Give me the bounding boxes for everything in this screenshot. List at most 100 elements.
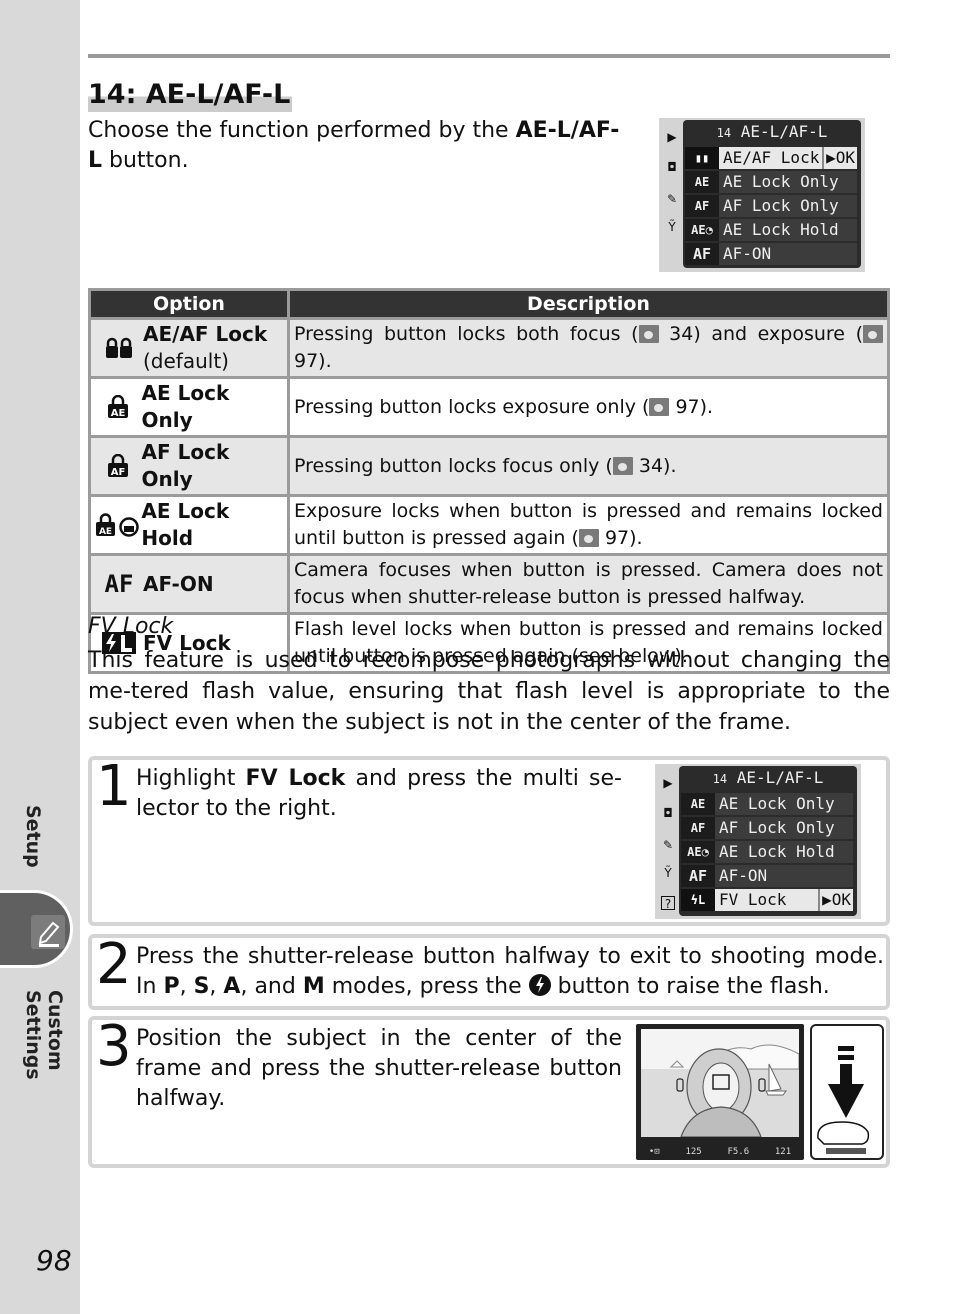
menu-item-af-lock-only[interactable]: AF AF Lock Only (681, 817, 853, 839)
description-cell: Pressing button locks both focus ( 34) a… (290, 320, 887, 376)
svg-text:AE: AE (111, 408, 126, 419)
viewfinder-illustration: •⊡ 125 F5.6 121 (636, 1024, 804, 1160)
step-2: 2 Press the shutter-release button halfw… (88, 932, 890, 1010)
sidebar-tab-setup[interactable]: Setup (22, 805, 62, 869)
step-number: 3 (96, 1014, 132, 1079)
table-row: AF AF Lock Only Pressing button locks foc… (91, 438, 887, 494)
aperture: F5.6 (727, 1147, 750, 1157)
sidebar-tab-active[interactable] (0, 890, 73, 968)
pencil-icon: ✎ (662, 838, 674, 852)
step-text-part: modes, press the (324, 974, 529, 999)
desc-text: Camera focuses when button is pressed. C… (294, 559, 883, 608)
option-cell: AE/AF Lock (default) (91, 320, 287, 376)
fv-lock-icon: ϟL (681, 889, 715, 911)
menu-number: 14 (716, 126, 732, 140)
af-icon: AF (104, 569, 134, 598)
menu-panel: 14 AE-L/AF-L AE AE Lock Only AF AF Lock On… (679, 766, 857, 916)
shutter-press-illustration (810, 1024, 884, 1160)
step-text-part: , and (240, 974, 303, 999)
svg-text:AE: AE (99, 527, 112, 537)
af-lock-icon: AF (685, 195, 719, 217)
menu-title: 14 AE-L/AF-L (683, 122, 861, 141)
page-reference-icon (863, 325, 883, 343)
table-row: AE AE Lock Hold Exposure locks when butto… (91, 497, 887, 553)
fv-lock-subheading: FV Lock (88, 614, 174, 639)
intro-text-part: Choose the function performed by the (88, 118, 516, 143)
af-lock-icon: AF (95, 454, 142, 478)
option-label: AE/AF Lock (default) (143, 321, 267, 375)
menu-item-af-on[interactable]: AF AF-ON (685, 243, 857, 265)
menu-item-label: AE/AF Lock (723, 148, 820, 167)
option-cell: AE AE Lock Hold (91, 497, 287, 553)
pencil-icon (31, 915, 65, 949)
menu-side-tabs: ▶ ◘ ✎ Ỹ (659, 118, 685, 272)
column-header-option: Option (91, 291, 287, 317)
option-cell: AF AF Lock Only (91, 438, 287, 494)
af-icon: AF (685, 243, 719, 265)
camera-icon: ◘ (663, 806, 673, 820)
step-text: Position the subject in the center of th… (136, 1026, 622, 1111)
step-text: Press the shutter-release button halfway… (136, 942, 884, 1002)
menu-item-label: AF-ON (723, 244, 772, 263)
ae-lock-hold-icon: AE◔ (685, 219, 719, 241)
menu-screenshot-1: ▶ ◘ ✎ Ỹ 14 AE-L/AF-L ▮▮ AE/AF Lock ▶OK AE A… (659, 118, 865, 272)
desc-text: 97). (604, 527, 643, 549)
wrench-icon: Ỹ (668, 220, 676, 234)
description-cell: Pressing button locks focus only ( 34). (290, 438, 887, 494)
description-cell: Camera focuses when button is pressed. C… (290, 556, 887, 612)
menu-item-label: AF-ON (719, 866, 768, 885)
shutter-speed: 125 (685, 1147, 702, 1157)
ae-lock-icon: AE (95, 395, 142, 419)
help-icon: ? (661, 896, 675, 911)
menu-screenshot-2: ▶ ◘ ✎ Ỹ ? 14 AE-L/AF-L AE AE Lock Only AF… (655, 764, 861, 919)
description-cell: Pressing button locks exposure only ( 97… (290, 379, 887, 435)
page-reference-icon (578, 529, 599, 547)
frames-remaining: 121 (774, 1147, 792, 1157)
svg-text:AF: AF (111, 467, 126, 478)
step-text-part: , (179, 974, 194, 999)
option-default-note: (default) (143, 349, 229, 373)
ae-lock-icon: AE (681, 793, 715, 815)
lock-pair-icon: ▮▮ (685, 147, 719, 169)
play-icon: ▶ (667, 130, 677, 144)
menu-item-ae-lock-only[interactable]: AE AE Lock Only (681, 793, 853, 815)
menu-item-fv-lock[interactable]: ϟL FV Lock ▶OK (681, 889, 853, 911)
sidebar: Setup Custom Settings 98 (0, 0, 80, 1314)
menu-item-ae-lock-hold[interactable]: AE◔ AE Lock Hold (685, 219, 857, 241)
ae-lock-icon: AE (685, 171, 719, 193)
sidebar-custom-settings-label: Custom Settings (22, 990, 66, 1080)
af-lock-icon: AF (681, 817, 715, 839)
menu-item-label: AE Lock Only (723, 172, 839, 191)
menu-title-text: AE-L/AF-L (736, 768, 824, 787)
step-number: 2 (96, 932, 132, 997)
fv-lock-description: This feature is used to recompose photog… (88, 648, 890, 735)
flash-button-icon (528, 974, 551, 996)
menu-item-ae-af-lock[interactable]: ▮▮ AE/AF Lock ▶OK (685, 147, 857, 169)
option-name: AE/AF Lock (143, 322, 268, 346)
menu-item-label: AE Lock Hold (719, 842, 835, 861)
step-text-bold: FV Lock (245, 766, 346, 791)
sidebar-tab-custom-settings[interactable]: Custom Settings (22, 990, 66, 1165)
step-text-part: button to raise the flash. (550, 974, 830, 999)
intro-text-part: button. (102, 148, 189, 173)
menu-item-ae-lock-hold[interactable]: AE◔ AE Lock Hold (681, 841, 853, 863)
af-icon: AF (681, 865, 715, 887)
wrench-icon: Ỹ (664, 866, 672, 880)
pencil-icon: ✎ (666, 192, 678, 206)
table-row: AE/AF Lock (default) Pressing button lock… (91, 320, 887, 376)
mode-s: S (193, 974, 210, 999)
menu-item-af-on[interactable]: AF AF-ON (681, 865, 853, 887)
ok-indicator: ▶OK (818, 889, 853, 911)
menu-item-ae-lock-only[interactable]: AE AE Lock Only (685, 171, 857, 193)
column-header-description: Description (290, 291, 887, 317)
menu-item-af-lock-only[interactable]: AF AF Lock Only (685, 195, 857, 217)
option-cell: AE AE Lock Only (91, 379, 287, 435)
table-row: AF AF-ON Camera focuses when button is pr… (91, 556, 887, 612)
desc-text: Pressing button locks exposure only ( (294, 395, 650, 418)
mode-m: M (302, 974, 325, 999)
page-number: 98 (36, 1244, 72, 1277)
mode-p: P (163, 974, 180, 999)
desc-text: Pressing button locks focus only ( (294, 454, 613, 477)
menu-panel: 14 AE-L/AF-L ▮▮ AE/AF Lock ▶OK AE AE Lock O… (683, 120, 861, 268)
step-text-part: Highlight (136, 766, 246, 791)
